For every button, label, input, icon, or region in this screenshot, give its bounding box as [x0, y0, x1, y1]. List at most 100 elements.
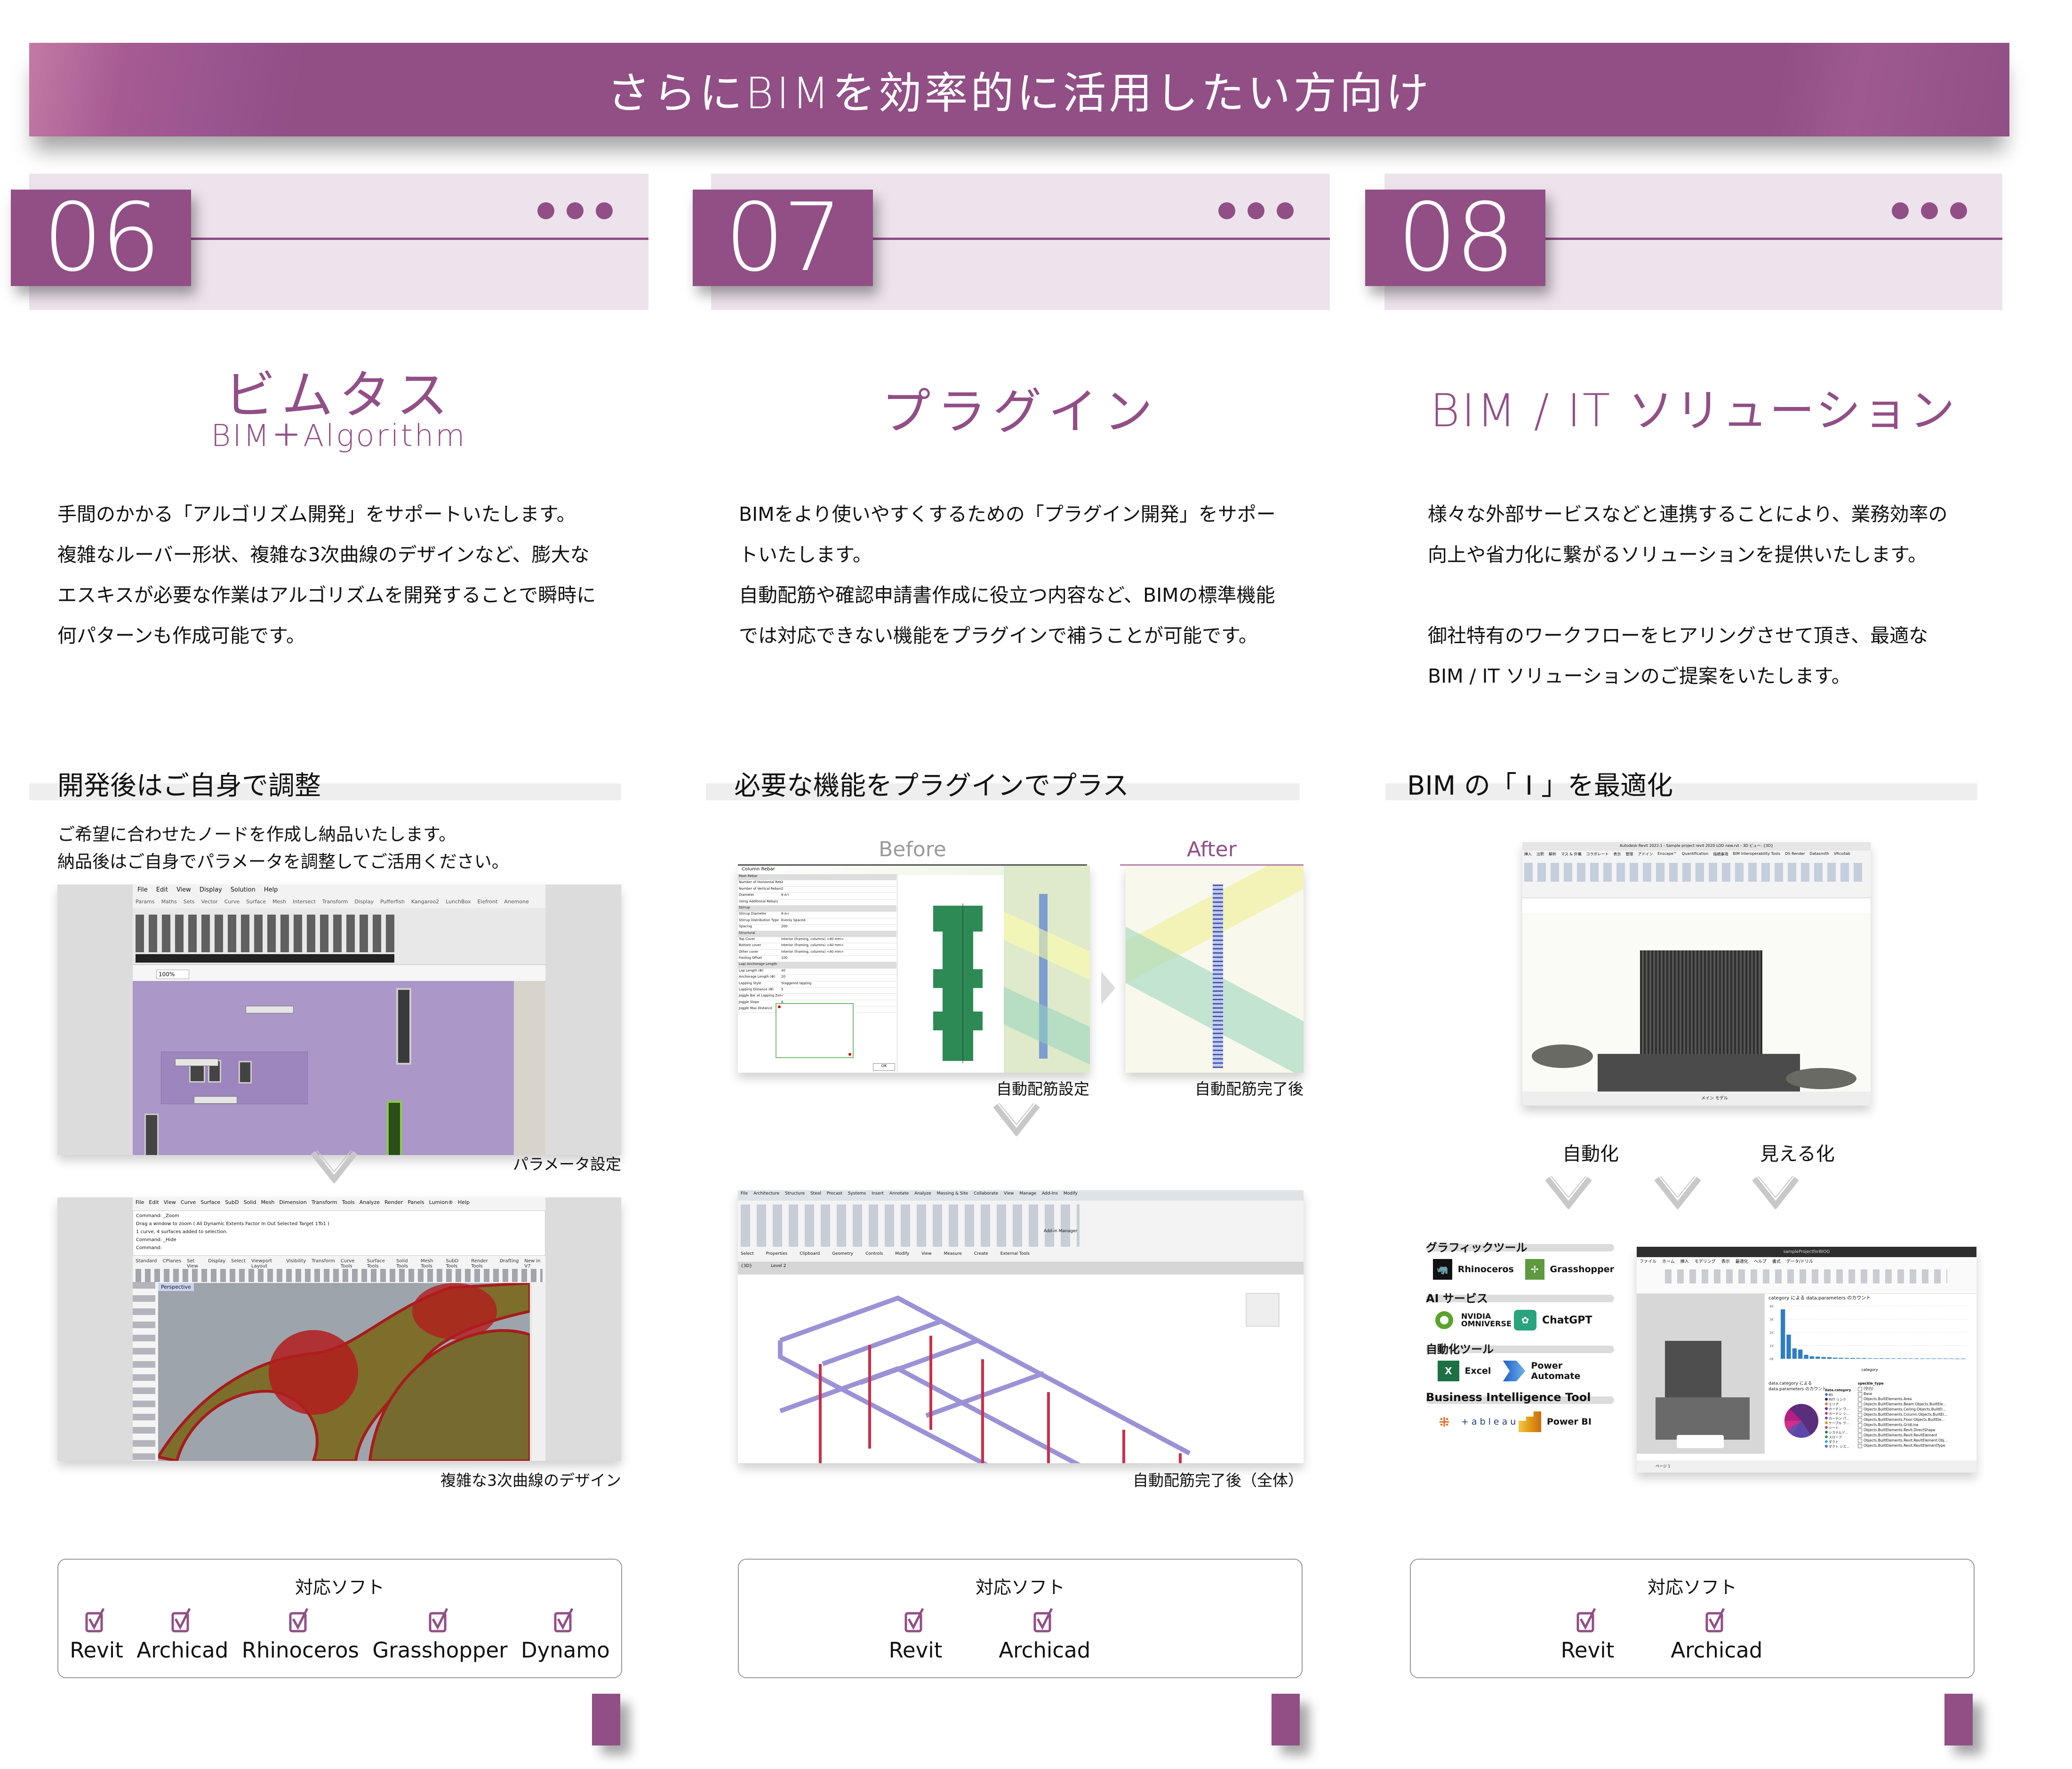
menu-item[interactable]: Edit — [156, 886, 168, 897]
ribbon-tab[interactable]: Structure — [785, 1191, 805, 1200]
bar[interactable] — [1839, 1358, 1843, 1359]
gh-zoom-field[interactable]: 100% — [156, 970, 190, 979]
property-group[interactable]: Main Rebar — [738, 874, 896, 881]
view-cube[interactable] — [1246, 1293, 1280, 1327]
property-row[interactable]: Top Cover Interior (framing, columns) <40… — [738, 937, 896, 944]
rhino-tab[interactable]: Standard — [136, 1259, 157, 1269]
property-row[interactable]: Anchorage Length (Φ) 20 — [738, 975, 896, 981]
bar[interactable] — [1896, 1358, 1902, 1359]
ribbon-tab[interactable]: BIM Interoperability Tools — [1733, 852, 1780, 859]
menu-item[interactable]: Transform — [312, 1199, 337, 1209]
ribbon-tab[interactable]: Precast — [827, 1191, 842, 1200]
bar[interactable] — [1920, 1358, 1925, 1359]
gh-tab[interactable]: Transform — [322, 899, 348, 908]
property-value[interactable]: Evenly Spaced — [781, 918, 896, 924]
ribbon-tab[interactable]: DS Render — [1785, 852, 1805, 859]
ribbon-tab[interactable]: Annotate — [889, 1191, 909, 1200]
bar[interactable] — [1798, 1349, 1803, 1359]
gh-tab[interactable]: Kangaroo2 — [411, 899, 439, 908]
bar[interactable] — [1827, 1357, 1832, 1359]
ribbon-tab[interactable]: Datasmith — [1809, 852, 1829, 859]
ribbon-tab[interactable]: 書式 — [1772, 1258, 1781, 1267]
property-value[interactable]: 40 — [781, 969, 896, 974]
rhino-tab[interactable]: CPlanes — [163, 1259, 182, 1269]
bar[interactable] — [1868, 1358, 1872, 1359]
gh-tab[interactable]: Display — [354, 899, 374, 908]
rhino-tab[interactable]: Drafting — [500, 1259, 519, 1269]
ribbon-tab[interactable]: Modify — [1064, 1191, 1078, 1200]
rhino-tab[interactable]: Mesh Tools — [421, 1259, 440, 1269]
gh-slider[interactable] — [194, 1096, 237, 1104]
ribbon-tab[interactable]: Collaborate — [974, 1191, 998, 1200]
ribbon-tab[interactable]: Add-Ins — [1042, 1191, 1058, 1200]
legend-item[interactable]: スロープ — [1825, 1435, 1853, 1440]
bar[interactable] — [1879, 1358, 1884, 1359]
gh-tab[interactable]: Pufferfish — [380, 899, 405, 908]
gh-tab[interactable]: Vector — [201, 899, 218, 908]
bar[interactable] — [1804, 1355, 1808, 1359]
legend-item[interactable]: エリア — [1825, 1402, 1853, 1407]
ribbon-tab[interactable]: ホーム — [1662, 1258, 1675, 1267]
ribbon-tab[interactable]: 指摘事項 — [1713, 852, 1728, 859]
rhino-tab[interactable]: Curve Tools — [341, 1259, 361, 1269]
ribbon-tab[interactable]: 挿入 — [1680, 1258, 1689, 1267]
ribbon-tab[interactable]: 注釈 — [1536, 852, 1544, 859]
menu-item[interactable]: Lumion® — [429, 1199, 453, 1209]
ribbon-tab[interactable]: データ/ドリル — [1786, 1258, 1813, 1267]
bar[interactable] — [1809, 1356, 1815, 1359]
property-row[interactable]: Stirrup Diameter 6-A-I — [738, 912, 896, 918]
rhino-tab[interactable]: Set View — [187, 1259, 202, 1269]
ribbon-tab[interactable]: 挿入 — [1524, 852, 1532, 859]
ribbon-tab[interactable]: Systems — [848, 1191, 866, 1200]
slicer-item[interactable]: Objects.BuiltElements.Floor:Objects.Buil… — [1858, 1417, 1971, 1422]
property-row[interactable]: Using Additional Rebars — [738, 900, 896, 906]
gh-canvas[interactable] — [133, 981, 514, 1155]
bar[interactable] — [1943, 1358, 1948, 1359]
menu-item[interactable]: Tools — [342, 1199, 355, 1209]
bar[interactable] — [1816, 1356, 1820, 1359]
bar[interactable] — [1931, 1358, 1936, 1359]
ribbon-tab[interactable]: アドイン — [1638, 852, 1653, 859]
bar[interactable] — [1821, 1357, 1826, 1359]
property-row[interactable]: Other cover Interior (framing, columns) <… — [738, 950, 896, 956]
bar[interactable] — [1844, 1358, 1849, 1359]
bar[interactable] — [1792, 1348, 1797, 1359]
menu-item[interactable]: SubD — [225, 1199, 239, 1209]
ribbon-tab[interactable]: 解析 — [1549, 852, 1556, 859]
legend-item[interactable]: RVT リンク — [1825, 1397, 1853, 1402]
bar[interactable] — [1926, 1358, 1930, 1359]
ribbon-tab[interactable]: Steel — [810, 1191, 821, 1200]
gh-tab[interactable]: Curve — [224, 899, 240, 908]
ribbon-tab[interactable]: View — [1004, 1191, 1014, 1200]
gh-tab[interactable]: Anemone — [504, 899, 528, 908]
gh-tab[interactable]: Intersect — [293, 899, 316, 908]
ribbon-tab[interactable]: Analyze — [914, 1191, 931, 1200]
gh-tab[interactable]: Params — [136, 899, 155, 908]
gh-tab[interactable]: Maths — [161, 899, 177, 908]
ribbon-tab[interactable]: ヘルプ — [1754, 1258, 1767, 1267]
legend-item[interactable]: BS — [1825, 1393, 1853, 1397]
property-group[interactable]: Structural — [738, 931, 896, 937]
addin-manager-button[interactable]: Add-in Manager — [1044, 1229, 1077, 1234]
ribbon-tab[interactable]: 表示 — [1613, 852, 1621, 859]
property-group[interactable]: Lap/ Anchorage Length — [738, 962, 896, 969]
rhino-tab[interactable]: SubD Tools — [446, 1259, 465, 1269]
slicer-item[interactable]: Objects.BuiltElements.GridLine — [1858, 1422, 1971, 1427]
property-row[interactable]: Lapping Style Staggered lapping — [738, 981, 896, 988]
ribbon-tab[interactable]: VRcollab — [1834, 852, 1850, 859]
menu-item[interactable]: View — [164, 1199, 176, 1209]
gh-tab[interactable]: Surface — [246, 899, 266, 908]
menu-item[interactable]: Analyze — [360, 1199, 380, 1209]
ribbon-tab[interactable]: File — [741, 1191, 748, 1200]
gh-component[interactable] — [239, 1061, 252, 1084]
view-tab[interactable]: {3D} — [741, 1264, 752, 1273]
property-value[interactable]: Interior (framing, columns) <40 mm> — [781, 943, 896, 949]
property-row[interactable]: Lap Length (Φ) 40 — [738, 969, 896, 975]
property-value[interactable]: 20 — [781, 975, 896, 980]
rhino-tab[interactable]: Render Tools — [471, 1259, 494, 1269]
legend-item[interactable]: カーテン シ... — [1825, 1411, 1853, 1416]
ok-button[interactable]: OK — [873, 1063, 895, 1071]
property-value[interactable]: 2 — [781, 880, 896, 886]
property-group[interactable]: Stirrup — [738, 905, 896, 912]
slicer-item[interactable]: Objects.BuiltElements.Area — [1858, 1396, 1971, 1402]
